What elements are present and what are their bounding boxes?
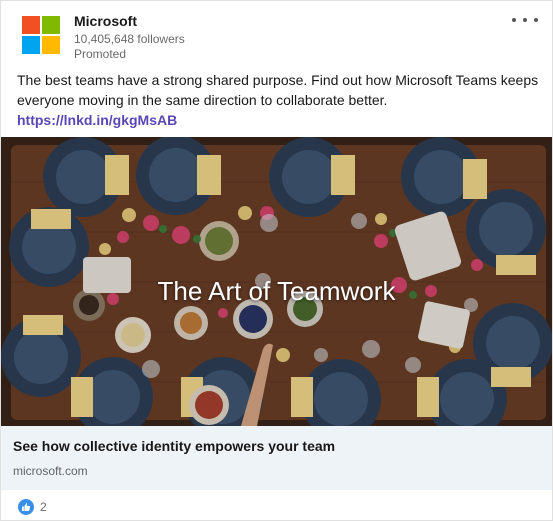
preview-domain: microsoft.com <box>13 464 88 478</box>
post-text: The best teams have a strong shared purp… <box>17 72 539 108</box>
reaction-count[interactable]: 2 <box>40 500 47 514</box>
post-body: The best teams have a strong shared purp… <box>17 70 542 130</box>
link-preview[interactable]: See how collective identity empowers you… <box>1 426 552 490</box>
promoted-label: Promoted <box>74 47 127 61</box>
like-reaction-icon <box>18 499 34 515</box>
follower-count: 10,405,648 followers <box>74 32 185 46</box>
social-counts[interactable]: 2 <box>18 498 47 516</box>
more-options-icon[interactable] <box>512 13 538 27</box>
post-link[interactable]: https://lnkd.in/gkgMsAB <box>17 110 177 130</box>
hero-title: The Art of Teamwork <box>157 276 396 306</box>
hero-image[interactable]: The Art of Teamwork <box>1 137 552 426</box>
feed-post-card: Microsoft 10,405,648 followers Promoted … <box>0 0 553 521</box>
company-name[interactable]: Microsoft <box>74 13 137 29</box>
preview-title[interactable]: See how collective identity empowers you… <box>13 438 335 454</box>
microsoft-logo-icon[interactable] <box>22 16 60 54</box>
post-header: Microsoft 10,405,648 followers Promoted <box>1 1 552 67</box>
